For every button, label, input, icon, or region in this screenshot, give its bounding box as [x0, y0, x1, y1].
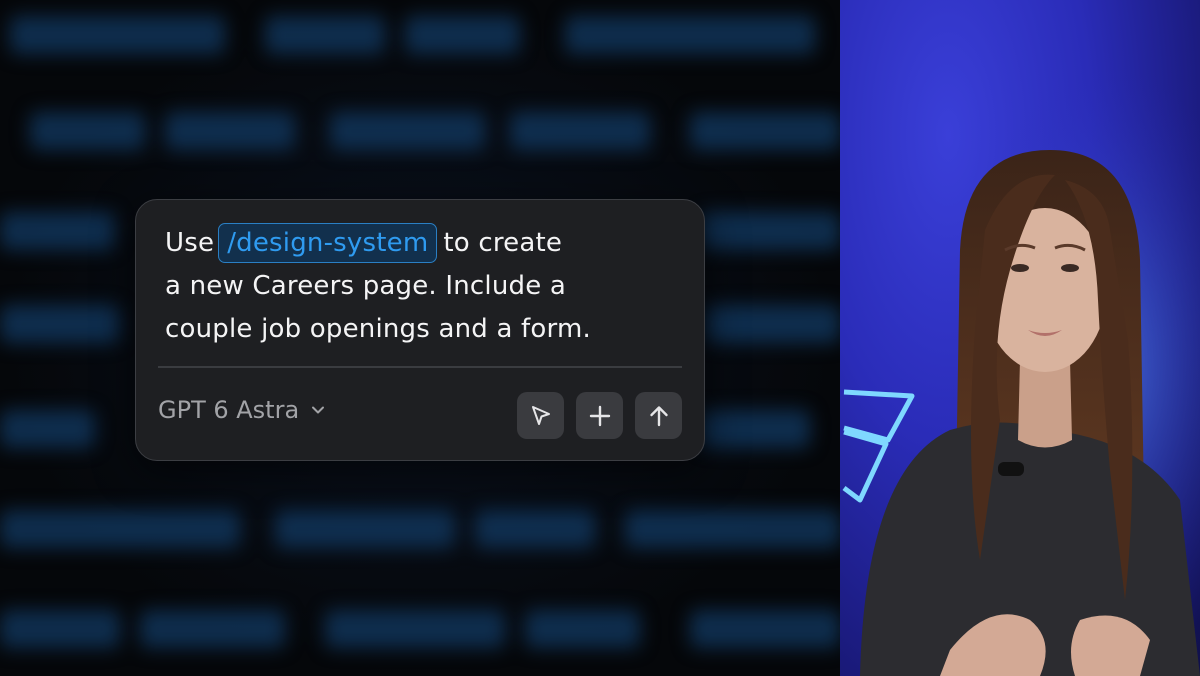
prompt-line-3: couple job openings and a form.	[165, 314, 591, 344]
prompt-card: Use/design-system to create a new Careers…	[135, 199, 705, 461]
prompt-line-2: a new Careers page. Include a	[165, 271, 567, 301]
prompt-input[interactable]: Use/design-system to create a new Careers…	[165, 222, 685, 351]
select-tool-button[interactable]	[517, 392, 564, 439]
plus-icon	[589, 405, 610, 426]
model-selector-label: GPT 6 Astra	[158, 396, 300, 424]
divider	[158, 366, 682, 368]
prompt-actions	[517, 392, 682, 439]
cursor-arrow-icon	[531, 405, 550, 425]
presenter-video	[840, 0, 1200, 676]
prompt-text-after-command: to create	[443, 228, 563, 258]
command-chip[interactable]: /design-system	[218, 223, 438, 263]
prompt-word-use: Use	[165, 228, 215, 258]
add-button[interactable]	[576, 392, 623, 439]
send-button[interactable]	[635, 392, 682, 439]
model-selector[interactable]: GPT 6 Astra	[158, 396, 327, 424]
prompt-line-1: Use/design-system to create	[165, 222, 685, 265]
chevron-down-icon	[312, 406, 325, 414]
presenter-illustration	[840, 0, 1200, 676]
arrow-up-icon	[649, 405, 668, 426]
